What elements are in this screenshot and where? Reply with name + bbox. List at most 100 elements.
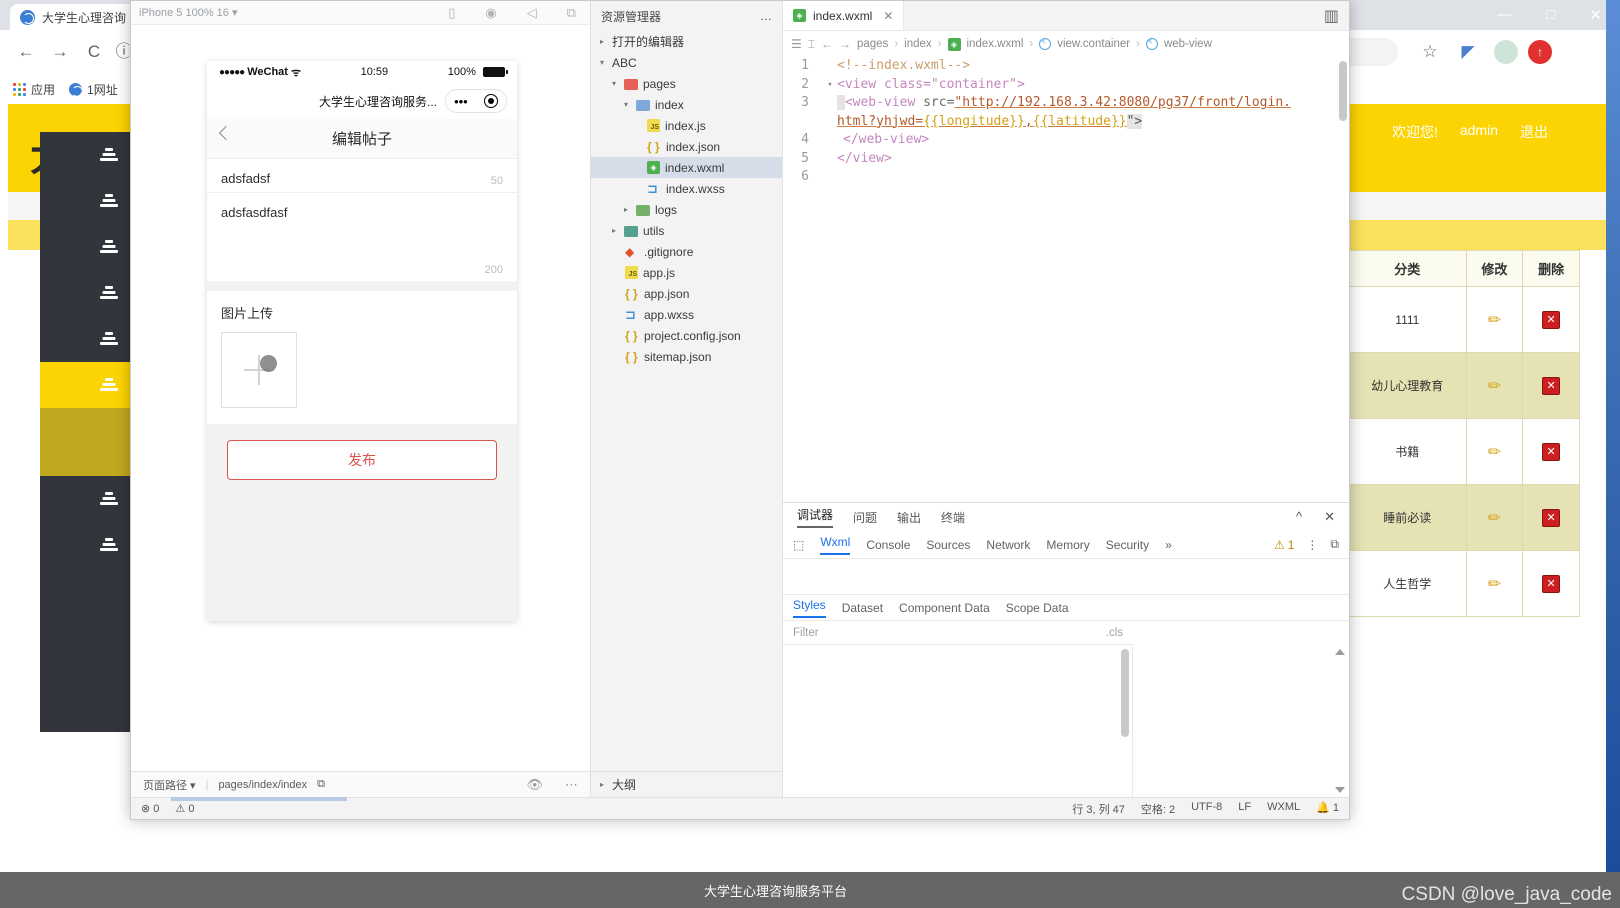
inspect-cursor-icon[interactable]: ⬚ [793, 538, 804, 552]
cell-edit[interactable]: ✏ [1465, 286, 1524, 353]
edit-pencil-icon[interactable]: ✏ [1488, 576, 1501, 593]
bookmark-apps[interactable]: 应用 [12, 81, 55, 98]
bookmark-site[interactable]: 1网址 [69, 81, 118, 98]
edit-pencil-icon[interactable]: ✏ [1488, 378, 1501, 395]
resize-handle[interactable] [171, 797, 347, 801]
tree-item-sitemap[interactable]: { } sitemap.json [591, 346, 782, 367]
bookmark-icon[interactable]: ⌶ [808, 37, 815, 52]
error-indicator[interactable]: ⊗ 0 [141, 802, 159, 815]
cell-edit[interactable]: ✏ [1465, 352, 1524, 419]
chevron-down-icon[interactable]: ▾ [597, 58, 607, 67]
tree-item-index-wxss[interactable]: ⊐ index.wxss [591, 178, 782, 199]
tab-scope-data[interactable]: Scope Data [1006, 601, 1069, 615]
language-mode[interactable]: WXML [1267, 801, 1300, 817]
tree-item-app-js[interactable]: JS app.js [591, 262, 782, 283]
breadcrumb-item-1[interactable]: index [904, 38, 932, 50]
tab-security[interactable]: Security [1106, 538, 1149, 552]
phone-rotate-icon[interactable]: ▯ [448, 5, 455, 21]
reload-icon[interactable]: C [82, 40, 106, 64]
back-chevron-icon[interactable] [218, 125, 234, 141]
page-path-selector[interactable]: 页面路径 ▾ [143, 777, 196, 793]
delete-button[interactable]: ✕ [1542, 508, 1561, 527]
extension-icon[interactable]: ◤ [1456, 40, 1480, 64]
back-icon[interactable]: ← [14, 40, 38, 64]
encoding[interactable]: UTF-8 [1191, 801, 1222, 817]
tree-item-logs[interactable]: ▸ logs [591, 199, 782, 220]
tree-item-project-config[interactable]: { } project.config.json [591, 325, 782, 346]
phone-content[interactable]: adsfadsf 50 adsfasdfasf 200 图片上传 发布 [207, 159, 517, 621]
cell-edit[interactable]: ✏ [1465, 550, 1524, 617]
fold-toggle[interactable]: ▾ [823, 76, 837, 95]
dock-icon[interactable]: ⧉ [1330, 537, 1339, 552]
copy-icon[interactable]: ⧉ [317, 778, 325, 791]
open-editors-row[interactable]: ▸ 打开的编辑器 [591, 31, 782, 52]
tab-output[interactable]: 输出 [897, 509, 921, 526]
tree-item-app-json[interactable]: { } app.json [591, 283, 782, 304]
indent-setting[interactable]: 空格: 2 [1141, 801, 1175, 817]
tab-wxml[interactable]: Wxml [820, 535, 851, 555]
tree-item-index-wxml[interactable]: ◈ index.wxml [591, 157, 782, 178]
project-root-row[interactable]: ▾ ABC [591, 52, 782, 73]
fold-toggle[interactable] [823, 94, 837, 113]
styles-scrollbar[interactable] [1121, 649, 1129, 737]
outline-list-icon[interactable]: ☰ [791, 37, 802, 51]
chevron-right-icon[interactable]: ▸ [597, 37, 607, 46]
tab-styles[interactable]: Styles [793, 598, 826, 618]
line-ending[interactable]: LF [1238, 801, 1251, 817]
cell-delete[interactable]: ✕ [1522, 286, 1580, 353]
cell-delete[interactable]: ✕ [1522, 550, 1580, 617]
tree-item-index-json[interactable]: { } index.json [591, 136, 782, 157]
close-icon[interactable]: ✕ [1324, 509, 1335, 525]
chevron-right-icon[interactable]: ▸ [597, 780, 607, 789]
bookmark-star-icon[interactable]: ☆ [1418, 40, 1442, 64]
breadcrumb-item-2[interactable]: index.wxml [967, 38, 1024, 50]
tabs-overflow-icon[interactable]: » [1165, 538, 1172, 552]
warning-badge[interactable]: ⚠ 1 [1274, 538, 1294, 552]
tab-problems[interactable]: 问题 [853, 509, 877, 526]
cell-edit[interactable]: ✏ [1465, 418, 1524, 485]
edit-pencil-icon[interactable]: ✏ [1488, 510, 1501, 527]
popout-icon[interactable]: ⧉ [567, 5, 576, 21]
eye-icon[interactable]: 👁 [526, 777, 543, 793]
avatar[interactable] [1494, 40, 1518, 64]
upload-dropzone[interactable] [221, 332, 297, 408]
record-icon[interactable]: ◉ [485, 5, 496, 21]
outline-section[interactable]: ▸ 大纲 [591, 771, 782, 797]
device-selector[interactable]: iPhone 5 100% 16 ▾ [139, 6, 237, 19]
nav-back-icon[interactable]: ← [821, 37, 833, 51]
breadcrumb-item-4[interactable]: web-view [1164, 38, 1212, 50]
tree-item-index[interactable]: ▾ index [591, 94, 782, 115]
breadcrumb-item-0[interactable]: pages [857, 38, 888, 50]
cursor-position[interactable]: 行 3, 列 47 [1072, 801, 1125, 817]
cell-delete[interactable]: ✕ [1522, 484, 1580, 551]
editor-scrollbar[interactable] [1339, 61, 1347, 121]
tab-sources[interactable]: Sources [926, 538, 970, 552]
chevron-down-icon[interactable]: ▾ [621, 100, 631, 109]
more-icon[interactable]: ••• [454, 95, 468, 108]
cell-edit[interactable]: ✏ [1465, 484, 1524, 551]
filter-input[interactable]: Filter [793, 627, 819, 639]
tab-network[interactable]: Network [986, 538, 1030, 552]
edit-pencil-icon[interactable]: ✏ [1488, 444, 1501, 461]
tree-item-utils[interactable]: ▸ utils [591, 220, 782, 241]
breadcrumb-item-3[interactable]: view.container [1057, 38, 1130, 50]
tab-debugger[interactable]: 调试器 [797, 506, 834, 528]
nav-forward-icon[interactable]: → [839, 37, 851, 51]
mute-icon[interactable]: ◁ [527, 5, 537, 21]
delete-button[interactable]: ✕ [1542, 442, 1561, 461]
tab-index-wxml[interactable]: ◈ index.wxml ✕ [783, 1, 905, 30]
fold-toggle[interactable] [823, 57, 837, 76]
tab-dataset[interactable]: Dataset [842, 601, 883, 615]
publish-button[interactable]: 发布 [227, 440, 497, 480]
chevron-right-icon[interactable]: ▸ [609, 226, 619, 235]
delete-button[interactable]: ✕ [1542, 310, 1561, 329]
scroll-down-arrow-icon[interactable] [1335, 787, 1345, 793]
cell-delete[interactable]: ✕ [1522, 418, 1580, 485]
chevron-down-icon[interactable]: ▾ [609, 79, 619, 88]
tab-memory[interactable]: Memory [1046, 538, 1089, 552]
code-editor[interactable]: 1 <!--index.wxml--> 2 ▾ <view class="con… [783, 57, 1349, 502]
title-field[interactable]: adsfadsf 50 [207, 159, 517, 193]
content-field[interactable]: adsfasdfasf 200 [207, 193, 517, 281]
tab-component-data[interactable]: Component Data [899, 601, 990, 615]
close-button[interactable]: ✕ [1589, 6, 1602, 24]
